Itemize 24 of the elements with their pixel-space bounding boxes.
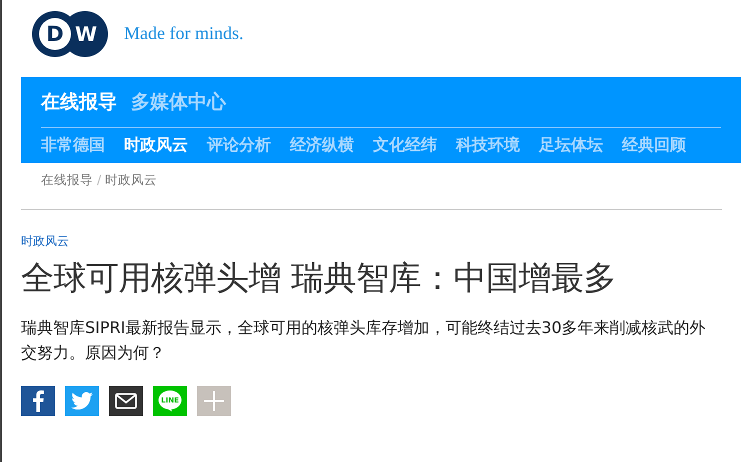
category-tab[interactable]: 经典回顾: [622, 135, 686, 156]
breadcrumb-link[interactable]: 在线报导: [41, 172, 93, 189]
section-tab[interactable]: 多媒体中心: [131, 89, 226, 115]
category-tab[interactable]: 科技环境: [456, 135, 520, 156]
tagline: Made for minds.: [124, 23, 244, 44]
category-tab[interactable]: 经济纵横: [290, 135, 354, 156]
envelope-icon: [115, 393, 137, 409]
article-teaser: 瑞典智库SIPRI最新报告显示，全球可用的核弹头库存增加，可能终结过去30多年来削减核武的外交努力。原因为何？: [21, 317, 707, 364]
category-tab[interactable]: 文化经纬: [373, 135, 437, 156]
plus-icon: [203, 390, 225, 412]
article-title: 全球可用核弹头增 瑞典智库：中国增最多: [21, 257, 617, 299]
breadcrumb-link[interactable]: 时政风云: [105, 172, 158, 189]
category-link[interactable]: 时政风云: [21, 233, 69, 250]
email-share-button[interactable]: [109, 386, 143, 416]
category-tab[interactable]: 评论分析: [207, 135, 271, 156]
facebook-share-button[interactable]: [21, 386, 55, 416]
facebook-icon: [31, 390, 45, 412]
category-tab[interactable]: 足坛体坛: [539, 135, 603, 156]
category-tab[interactable]: 时政风云: [124, 135, 188, 156]
twitter-share-button[interactable]: [65, 386, 99, 416]
section-tab[interactable]: 在线报导: [41, 89, 117, 115]
bird-icon: [71, 392, 93, 410]
category-tab[interactable]: 非常德国: [41, 135, 105, 156]
breadcrumb-separator: /: [97, 172, 102, 189]
